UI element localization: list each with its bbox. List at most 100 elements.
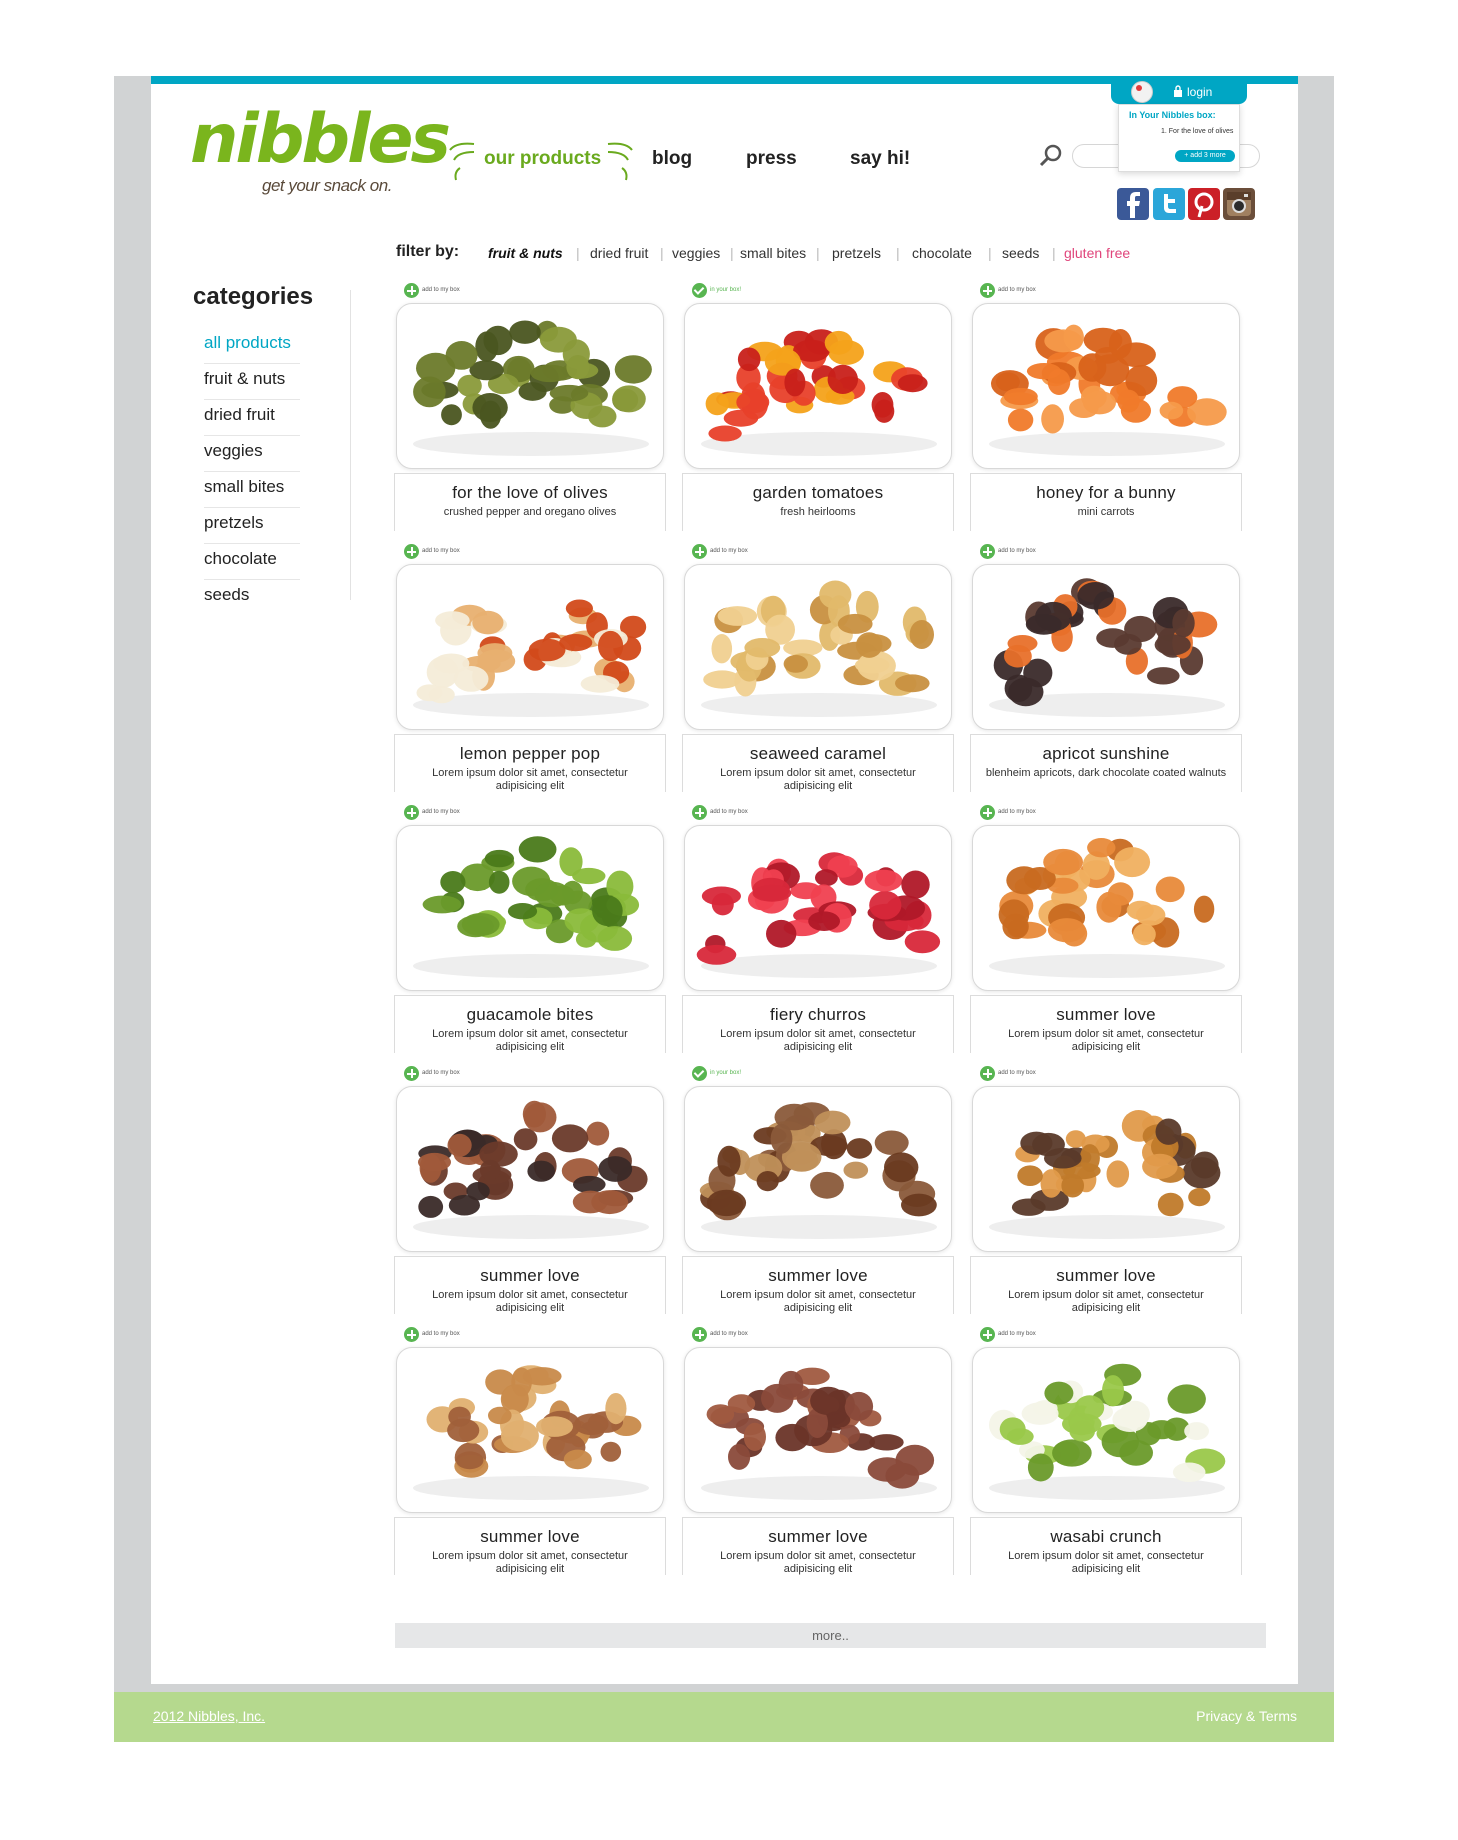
product-name[interactable]: lemon pepper pop bbox=[395, 744, 665, 764]
product-image[interactable] bbox=[396, 303, 664, 469]
product-card[interactable]: add to my box seaweed caramel Lorem ipsum … bbox=[682, 544, 954, 794]
product-name[interactable]: summer love bbox=[971, 1005, 1241, 1025]
category-small-bites[interactable]: small bites bbox=[204, 472, 300, 508]
plus-icon[interactable] bbox=[980, 1327, 995, 1342]
pinterest-icon[interactable] bbox=[1188, 188, 1220, 220]
product-card[interactable]: add to my box wasabi crunch Lorem ipsum do… bbox=[970, 1327, 1242, 1577]
plus-icon[interactable] bbox=[404, 1327, 419, 1342]
plus-icon[interactable] bbox=[692, 1327, 707, 1342]
product-name[interactable]: summer love bbox=[395, 1527, 665, 1547]
category-chocolate[interactable]: chocolate bbox=[204, 544, 300, 580]
checkmark-icon[interactable] bbox=[692, 1066, 707, 1081]
copyright-link[interactable]: 2012 Nibbles, Inc. bbox=[153, 1708, 265, 1724]
product-image[interactable] bbox=[972, 1086, 1240, 1252]
product-image[interactable] bbox=[684, 303, 952, 469]
product-image[interactable] bbox=[396, 1086, 664, 1252]
category-all-products[interactable]: all products bbox=[204, 328, 300, 364]
plus-icon[interactable] bbox=[404, 283, 419, 298]
filter-seeds[interactable]: seeds bbox=[1002, 245, 1039, 261]
product-image[interactable] bbox=[684, 1086, 952, 1252]
product-card[interactable]: add to my box apricot sunshine blenheim ap… bbox=[970, 544, 1242, 794]
nav-press[interactable]: press bbox=[746, 148, 797, 170]
product-card[interactable]: in your box! garden tomatoes fresh heirloo… bbox=[682, 283, 954, 533]
facebook-icon[interactable] bbox=[1117, 188, 1149, 220]
plus-icon[interactable] bbox=[980, 805, 995, 820]
login-tab[interactable]: login bbox=[1111, 80, 1247, 104]
instagram-icon[interactable] bbox=[1223, 188, 1255, 220]
twitter-icon[interactable] bbox=[1153, 188, 1185, 220]
filter-veggies[interactable]: veggies bbox=[672, 245, 720, 261]
plus-icon[interactable] bbox=[404, 544, 419, 559]
filter-gluten-free[interactable]: gluten free bbox=[1064, 245, 1130, 261]
product-name[interactable]: summer love bbox=[395, 1266, 665, 1286]
plus-icon[interactable] bbox=[404, 1066, 419, 1081]
product-card[interactable]: add to my box lemon pepper pop Lorem ipsum… bbox=[394, 544, 666, 794]
plus-icon[interactable] bbox=[980, 283, 995, 298]
plus-icon[interactable] bbox=[692, 805, 707, 820]
privacy-terms-link[interactable]: Privacy & Terms bbox=[1196, 1708, 1297, 1724]
product-image[interactable] bbox=[972, 1347, 1240, 1513]
product-card[interactable]: add to my box summer love Lorem ipsum dolo… bbox=[682, 1327, 954, 1577]
product-image[interactable] bbox=[396, 825, 664, 991]
filter-pretzels[interactable]: pretzels bbox=[832, 245, 881, 261]
product-description: crushed pepper and oregano olives bbox=[443, 506, 617, 518]
product-name[interactable]: guacamole bites bbox=[395, 1005, 665, 1025]
product-image[interactable] bbox=[972, 303, 1240, 469]
product-card[interactable]: add to my box summer love Lorem ipsum dolo… bbox=[970, 805, 1242, 1055]
category-fruit-nuts[interactable]: fruit & nuts bbox=[204, 364, 300, 400]
product-card[interactable]: add to my box honey for a bunny mini carro… bbox=[970, 283, 1242, 533]
nav-say-hi[interactable]: say hi! bbox=[850, 148, 910, 170]
add-more-button[interactable]: + add 3 more bbox=[1175, 150, 1235, 162]
category-veggies[interactable]: veggies bbox=[204, 436, 300, 472]
plus-icon[interactable] bbox=[980, 1066, 995, 1081]
product-card[interactable]: add to my box summer love Lorem ipsum dolo… bbox=[970, 1066, 1242, 1316]
product-image[interactable] bbox=[684, 564, 952, 730]
product-image[interactable] bbox=[684, 825, 952, 991]
product-image[interactable] bbox=[972, 564, 1240, 730]
checkmark-icon[interactable] bbox=[692, 283, 707, 298]
filter-fruit-nuts[interactable]: fruit & nuts bbox=[488, 245, 563, 261]
filter-small-bites[interactable]: small bites bbox=[740, 245, 806, 261]
product-name[interactable]: fiery churros bbox=[683, 1005, 953, 1025]
product-name[interactable]: summer love bbox=[683, 1266, 953, 1286]
search-icon[interactable] bbox=[1038, 143, 1064, 169]
product-image[interactable] bbox=[396, 564, 664, 730]
snack-photo bbox=[413, 1100, 649, 1239]
product-card[interactable]: add to my box guacamole bites Lorem ipsum … bbox=[394, 805, 666, 1055]
product-name[interactable]: summer love bbox=[683, 1527, 953, 1547]
box-item: 1. For the love of olives bbox=[1161, 128, 1234, 135]
add-to-box-label: add to my box bbox=[998, 1070, 1036, 1076]
product-name[interactable]: honey for a bunny bbox=[971, 483, 1241, 503]
product-name[interactable]: garden tomatoes bbox=[683, 483, 953, 503]
product-name[interactable]: for the love of olives bbox=[395, 483, 665, 503]
product-name[interactable]: seaweed caramel bbox=[683, 744, 953, 764]
filter-dried-fruit[interactable]: dried fruit bbox=[590, 245, 648, 261]
product-image[interactable] bbox=[972, 825, 1240, 991]
logo[interactable]: nibbles get your snack on. bbox=[190, 100, 451, 200]
snack-photo bbox=[989, 578, 1225, 717]
category-pretzels[interactable]: pretzels bbox=[204, 508, 300, 544]
product-card[interactable]: add to my box for the love of olives crush… bbox=[394, 283, 666, 533]
plus-icon[interactable] bbox=[404, 805, 419, 820]
product-card[interactable]: in your box! summer love Lorem ipsum dolor… bbox=[682, 1066, 954, 1316]
login-link[interactable]: login bbox=[1187, 85, 1212, 99]
product-description: Lorem ipsum dolor sit amet, consectetur … bbox=[432, 1289, 628, 1314]
product-card[interactable]: add to my box summer love Lorem ipsum dolo… bbox=[394, 1066, 666, 1316]
product-name[interactable]: summer love bbox=[971, 1266, 1241, 1286]
product-image[interactable] bbox=[396, 1347, 664, 1513]
filter-chocolate[interactable]: chocolate bbox=[912, 245, 972, 261]
category-dried-fruit[interactable]: dried fruit bbox=[204, 400, 300, 436]
nav-our-products[interactable]: our products bbox=[484, 148, 601, 170]
avatar[interactable] bbox=[1131, 81, 1153, 103]
product-image[interactable] bbox=[684, 1347, 952, 1513]
product-card[interactable]: add to my box summer love Lorem ipsum dolo… bbox=[394, 1327, 666, 1577]
filter-separator: | bbox=[1052, 245, 1056, 261]
category-seeds[interactable]: seeds bbox=[204, 580, 300, 616]
plus-icon[interactable] bbox=[692, 544, 707, 559]
product-name[interactable]: wasabi crunch bbox=[971, 1527, 1241, 1547]
product-card[interactable]: add to my box fiery churros Lorem ipsum do… bbox=[682, 805, 954, 1055]
plus-icon[interactable] bbox=[980, 544, 995, 559]
product-name[interactable]: apricot sunshine bbox=[971, 744, 1241, 764]
nav-blog[interactable]: blog bbox=[652, 148, 692, 170]
more-button[interactable]: more.. bbox=[395, 1623, 1266, 1648]
